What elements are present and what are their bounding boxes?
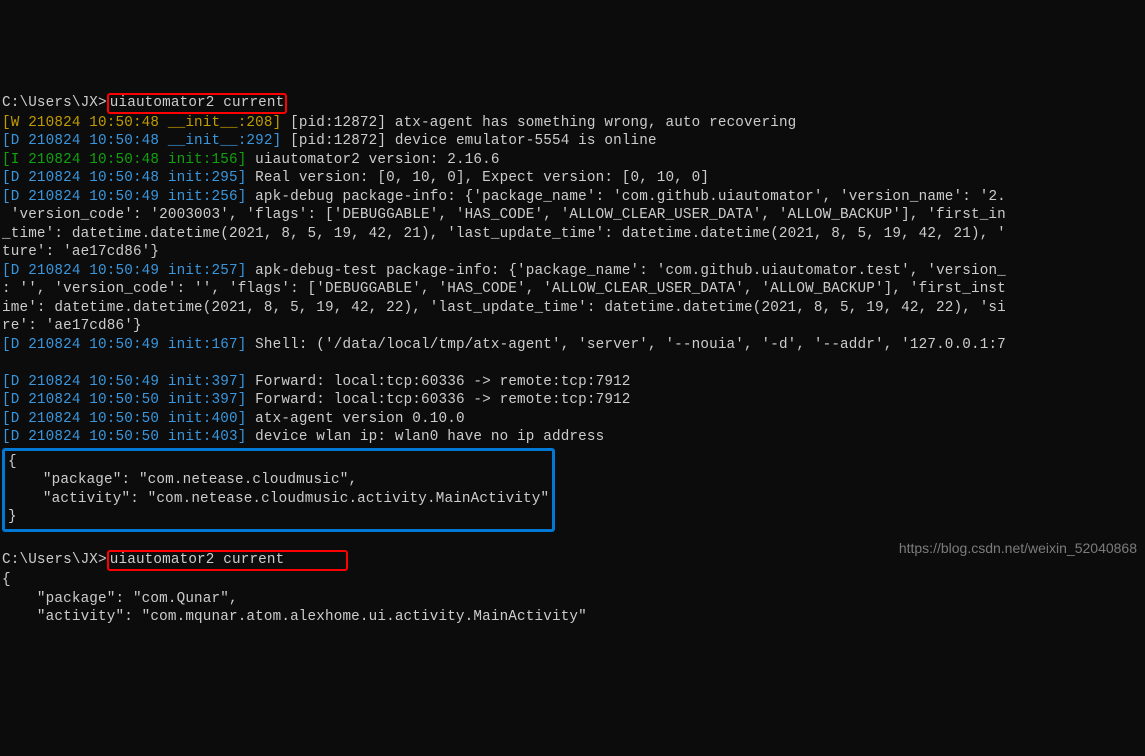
json-open: { [8,454,17,470]
log-debug-prefix: [D 210824 10:50:49 init:397] [2,374,246,390]
json-line: "package": "com.netease.cloudmusic", [8,472,357,488]
log-debug-prefix: [D 210824 10:50:48 init:295] [2,170,246,186]
log-line: apk-debug-test package-info: {'package_n… [246,263,1005,279]
json-line: "activity": "com.netease.cloudmusic.acti… [8,491,549,507]
json-close: } [8,509,17,525]
log-line: apk-debug package-info: {'package_name':… [246,189,1005,205]
log-line: Shell: ('/data/local/tmp/atx-agent', 'se… [246,337,1005,353]
log-debug-prefix: [D 210824 10:50:49 init:167] [2,337,246,353]
log-line: Forward: local:tcp:60336 -> remote:tcp:7… [246,392,630,408]
json-open: { [2,572,11,588]
json-line: "package": "com.Qunar", [2,591,238,607]
log-line: _time': datetime.datetime(2021, 8, 5, 19… [2,226,1006,242]
log-line: Real version: [0, 10, 0], Expect version… [246,170,709,186]
log-line: Forward: local:tcp:60336 -> remote:tcp:7… [246,374,630,390]
output-highlight-box: { "package": "com.netease.cloudmusic", "… [2,448,555,532]
command-highlight-1: uiautomator2 current [107,93,288,114]
log-line: ture': 'ae17cd86'} [2,244,159,260]
log-debug-prefix: [D 210824 10:50:48 __init__:292] [2,133,281,149]
log-line: ime': datetime.datetime(2021, 8, 5, 19, … [2,300,1006,316]
log-warn-prefix: [W 210824 10:50:48 __init__:208] [2,115,281,131]
command-text[interactable]: uiautomator2 current [110,95,285,111]
watermark-text: https://blog.csdn.net/weixin_52040868 [899,539,1137,558]
command-highlight-2: uiautomator2 current [107,550,349,571]
prompt-path: C:\Users\JX> [2,95,107,111]
prompt-path: C:\Users\JX> [2,552,107,568]
log-debug-prefix: [D 210824 10:50:49 init:256] [2,189,246,205]
log-line: : '', 'version_code': '', 'flags': ['DEB… [2,281,1006,297]
log-line: device wlan ip: wlan0 have no ip address [246,429,604,445]
log-line: [pid:12872] atx-agent has something wron… [281,115,796,131]
log-info-prefix: [I 210824 10:50:48 init:156] [2,152,246,168]
log-line: 'version_code': '2003003', 'flags': ['DE… [2,207,1006,223]
json-line: "activity": "com.mqunar.atom.alexhome.ui… [2,609,587,625]
log-line: [pid:12872] device emulator-5554 is onli… [281,133,656,149]
log-line: atx-agent version 0.10.0 [246,411,464,427]
log-debug-prefix: [D 210824 10:50:49 init:257] [2,263,246,279]
log-line: uiautomator2 version: 2.16.6 [246,152,499,168]
command-text[interactable]: uiautomator2 current [110,552,346,568]
log-debug-prefix: [D 210824 10:50:50 init:403] [2,429,246,445]
log-debug-prefix: [D 210824 10:50:50 init:397] [2,392,246,408]
log-debug-prefix: [D 210824 10:50:50 init:400] [2,411,246,427]
log-line: re': 'ae17cd86'} [2,318,142,334]
